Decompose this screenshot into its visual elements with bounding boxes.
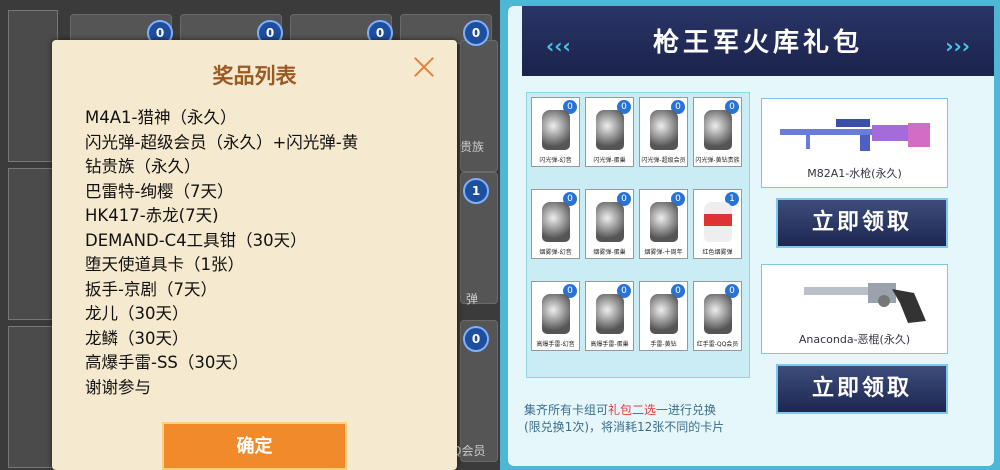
background-side-tab [8,168,58,320]
prize-list-item: 巴雷特-绚樱（7天） [85,181,234,201]
reward-option-anaconda: Anaconda-恶棍(永久) [761,264,948,354]
grenade-icon [650,294,678,334]
card-label: 烟雾弹-十周年 [644,249,683,256]
card-item[interactable]: 0 闪光弹-蛋巢 [585,97,634,167]
card-label: 烟雾弹-蛋巢 [593,249,626,256]
card-label: 闪光弹-幻音 [539,157,572,164]
prize-list-item: 龙儿（30天） [85,304,189,323]
card-label: 高爆手雷-蛋巢 [590,341,629,348]
background-label: Q会员 [452,444,486,458]
right-panel: ‹‹‹ 枪王军火库礼包 ››› 0 闪光弹-幻音 0 闪光弹-蛋巢 0 闪光弹-超级会… [500,0,1000,470]
prize-list-item: 堕天使道具卡（1张） [85,255,244,274]
confirm-button[interactable]: 确定 [162,422,347,470]
card-label: 红色烟雾弹 [702,249,733,256]
grenade-icon [542,294,570,334]
card-item[interactable]: 0 闪光弹-超级会员 [639,97,688,167]
prize-list-dialog: 奖品列表 M4A1-猎神（永久） 闪光弹-超级会员（永久）+闪光弹-黄 钻贵族（… [52,40,457,470]
card-label: 闪光弹-超级会员 [641,157,686,164]
grenade-icon [596,294,624,334]
grenade-icon [650,110,678,150]
card-item[interactable]: 0 高爆手雷-幻音 [531,281,580,351]
title-banner: ‹‹‹ 枪王军火库礼包 ››› [522,6,994,76]
background-side-tab [8,10,58,162]
smoke-grenade-icon [704,202,732,242]
grenade-icon [704,110,732,150]
card-item[interactable]: 1 红色烟雾弹 [693,189,742,259]
card-label: 高爆手雷-幻音 [536,341,575,348]
prize-list-item: 闪光弹-超级会员（永久）+闪光弹-黄 [85,132,359,152]
left-panel: 0 0 0 0 1 0 贵族 弹 Q会员 钻 奖品列表 M4A1-猎神（永久） … [0,0,500,470]
prize-list-item: HK417-赤龙(7天) [85,206,219,225]
rules-text: (限兑换1次)，将消耗12张不同的卡片 [524,420,725,434]
card-item[interactable]: 0 闪光弹-黄钻贵族 [693,97,742,167]
background-count-badge: 0 [463,20,489,46]
claim-button-m82a1[interactable]: 立即领取 [776,198,948,248]
background-label: 贵族 [460,140,485,154]
reward-name: Anaconda-恶棍(永久) [798,333,911,346]
prize-list-item: 谢谢参与 [85,377,151,397]
prize-list-item: 扳手-京剧（7天） [85,279,217,299]
prize-list-item: M4A1-猎神（永久） [85,108,237,127]
reward-option-m82a1: M82A1-水枪(永久) [761,98,948,188]
grenade-icon [596,110,624,150]
prize-list-item: 高爆手雷-SS（30天） [85,353,249,372]
background-count-badge: 1 [463,178,489,204]
card-item[interactable]: 0 烟雾弹-蛋巢 [585,189,634,259]
card-item[interactable]: 0 手雷-黄钻 [639,281,688,351]
card-label: 闪光弹-黄钻贵族 [695,157,740,164]
grenade-icon [542,110,570,150]
dialog-title: 奖品列表 [212,64,297,88]
revolver-icon [804,283,926,323]
card-label: 闪光弹-蛋巢 [593,157,626,164]
card-item[interactable]: 0 烟雾弹-十周年 [639,189,688,259]
prize-list-item: 钻贵族（永久） [85,157,201,176]
smoke-grenade-icon [542,202,570,242]
card-item[interactable]: 0 烟雾弹-幻音 [531,189,580,259]
prize-list-item: DEMAND-C4工具钳（30天） [85,230,307,250]
rules-highlight: 礼包二选一 [608,403,669,417]
background-count-badge: 0 [463,326,489,352]
smoke-grenade-icon [596,202,624,242]
card-item[interactable]: 0 闪光弹-幻音 [531,97,580,167]
chevron-right-icon: ››› [945,34,970,58]
exchange-rules: 集齐所有卡组可礼包二选一进行兑换 (限兑换1次)，将消耗12张不同的卡片 [524,402,824,436]
gift-pack-title: 枪王军火库礼包 [652,28,863,58]
background-side-tab [8,326,58,468]
rules-text: 进行兑换 [668,403,717,417]
card-item[interactable]: 0 红手雷-QQ会员 [693,281,742,351]
grenade-icon [704,294,732,334]
card-label: 手雷-黄钻 [650,341,677,348]
gift-pack-panel: ‹‹‹ 枪王军火库礼包 ››› 0 闪光弹-幻音 0 闪光弹-蛋巢 0 闪光弹-超级会… [508,6,994,466]
reward-name: M82A1-水枪(永久) [807,167,902,180]
card-label: 烟雾弹-幻音 [539,249,572,256]
prize-list: M4A1-猎神（永久） 闪光弹-超级会员（永久）+闪光弹-黄 钻贵族（永久） 巴… [85,106,425,400]
card-collection-grid: 0 闪光弹-幻音 0 闪光弹-蛋巢 0 闪光弹-超级会员 0 闪光弹-黄钻贵族 0 烟雾弹… [526,92,750,378]
card-label: 红手雷-QQ会员 [696,341,739,348]
prize-list-item: 龙鳞（30天） [85,328,189,348]
rules-text: 集齐所有卡组可 [524,403,609,417]
close-icon[interactable] [411,54,437,80]
background-label: 弹 [466,292,479,306]
smoke-grenade-icon [650,202,678,242]
card-item[interactable]: 0 高爆手雷-蛋巢 [585,281,634,351]
sniper-rifle-icon [780,119,930,151]
